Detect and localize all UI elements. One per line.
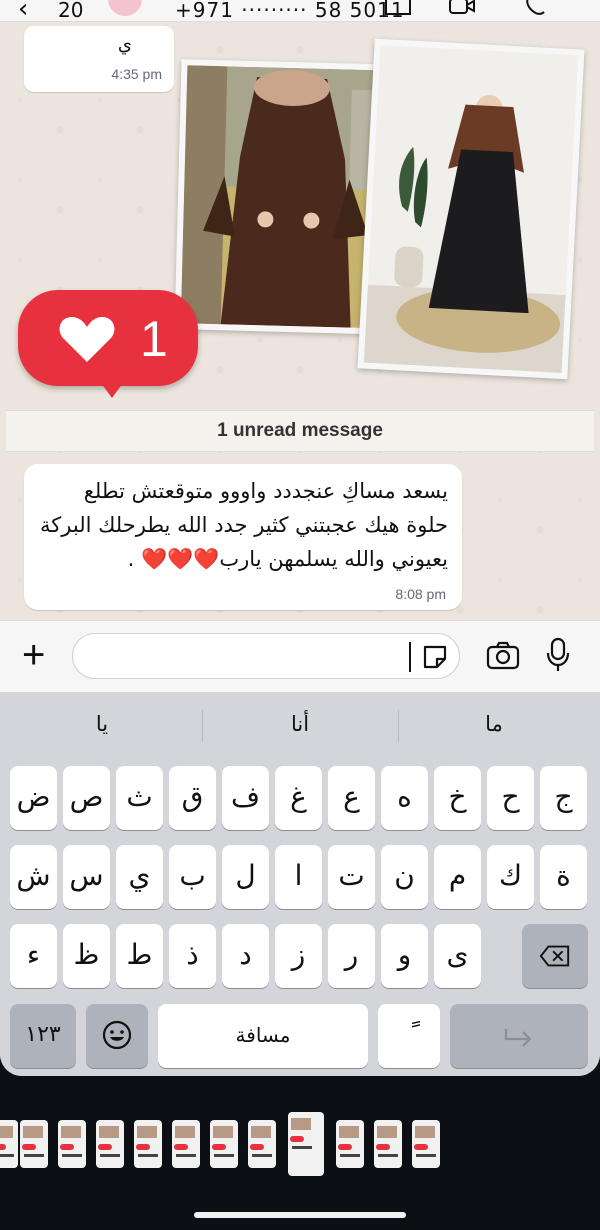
chat-header: ‹ 20 +971 ········· 58 5011 [0,0,600,24]
backspace-icon [539,945,570,967]
message-input-bar: + [0,620,600,692]
key[interactable]: م [434,845,481,909]
suggestion-1[interactable]: يا [12,712,192,736]
photo-image [363,45,579,373]
space-key[interactable]: مسافة [158,1004,368,1068]
attach-plus-icon[interactable]: + [22,633,45,677]
numbers-key[interactable]: ١٢٣ [10,1004,76,1068]
key[interactable]: ز [275,924,322,988]
phone-call-icon[interactable] [522,0,550,16]
sticker-icon[interactable] [421,643,449,671]
message-time: 4:35 pm [111,66,162,82]
key[interactable]: غ [275,766,322,830]
emoji-key[interactable] [86,1004,148,1068]
key[interactable]: ع [328,766,375,830]
video-call-icon[interactable] [448,0,476,16]
message-text-fragment: ي [117,34,132,55]
key[interactable]: س [63,845,110,909]
unread-count[interactable]: 20 [58,0,83,22]
key[interactable]: ر [328,924,375,988]
message-time: 8:08 pm [395,586,446,602]
suggestion-3[interactable]: ما [404,712,584,736]
thumbnail[interactable] [336,1120,364,1168]
chat-screen: ‹ 20 +971 ········· 58 5011 ي 4:35 pm 1 … [0,0,600,1076]
diacritic-key[interactable]: ً [378,1004,440,1068]
key[interactable]: ف [222,766,269,830]
suggestion-divider [202,710,203,742]
contact-phone[interactable]: +971 ········· 58 5011 [175,0,405,22]
key[interactable]: ء [10,924,57,988]
backspace-key[interactable] [522,924,588,988]
suggestion-divider [398,710,399,742]
unread-messages-divider: 1 unread message [6,410,594,452]
key[interactable]: ن [381,845,428,909]
thumbnail[interactable] [248,1120,276,1168]
key[interactable]: ه [381,766,428,830]
reaction-count: 1 [140,311,168,367]
key[interactable]: و [381,924,428,988]
home-indicator[interactable] [194,1212,406,1218]
thumbnail[interactable] [134,1120,162,1168]
emoji-icon [102,1020,132,1050]
key[interactable]: ث [116,766,163,830]
thumbnail[interactable] [20,1120,48,1168]
key[interactable]: ب [169,845,216,909]
suggestion-bar: يا أنا ما [0,692,600,758]
key[interactable]: ت [328,845,375,909]
contact-avatar[interactable] [108,0,142,16]
thumbnail[interactable] [210,1120,238,1168]
shared-photo-black-abaya[interactable] [357,38,585,380]
arabic-keyboard: يا أنا ما ض ص ث ق ف غ ع ه خ ح ج ش س ي ب … [0,692,600,1076]
reaction-badge-tail [96,376,128,398]
camera-icon[interactable] [486,641,520,671]
return-arrow-icon [504,1029,532,1047]
incoming-message-bubble[interactable]: يسعد مساكِ عنجددد واووو متوقعتش تطلع حلو… [24,464,462,610]
heart-reaction-badge[interactable]: 1 [18,290,198,386]
key[interactable]: ص [63,766,110,830]
key[interactable]: ق [169,766,216,830]
message-input[interactable] [72,633,460,679]
key[interactable]: ط [116,924,163,988]
incoming-message-bubble[interactable]: ي 4:35 pm [24,26,174,92]
key[interactable]: ض [10,766,57,830]
thumbnail[interactable] [58,1120,86,1168]
key[interactable]: ل [222,845,269,909]
microphone-icon[interactable] [546,637,570,673]
key[interactable]: ش [10,845,57,909]
key[interactable]: ظ [63,924,110,988]
thumbnail[interactable] [374,1120,402,1168]
thumbnail[interactable] [172,1120,200,1168]
thumbnail[interactable] [0,1120,18,1168]
app-switcher-thumbnails [0,1112,600,1176]
key[interactable]: ج [540,766,587,830]
key[interactable]: ذ [169,924,216,988]
heart-icon [59,317,115,362]
thumbnail-current[interactable] [288,1112,324,1176]
key[interactable]: ك [487,845,534,909]
thumbnail[interactable] [96,1120,124,1168]
return-key[interactable] [450,1004,588,1068]
key[interactable]: د [222,924,269,988]
contact-info-icon[interactable] [384,0,412,16]
suggestion-2[interactable]: أنا [210,712,390,736]
key[interactable]: ى [434,924,481,988]
thumbnail[interactable] [412,1120,440,1168]
message-text: يسعد مساكِ عنجددد واووو متوقعتش تطلع حلو… [40,479,448,571]
text-caret [409,642,411,672]
key[interactable]: ا [275,845,322,909]
key[interactable]: ي [116,845,163,909]
key[interactable]: ة [540,845,587,909]
key[interactable]: خ [434,766,481,830]
back-chevron-icon[interactable]: ‹ [18,0,28,24]
key[interactable]: ح [487,766,534,830]
